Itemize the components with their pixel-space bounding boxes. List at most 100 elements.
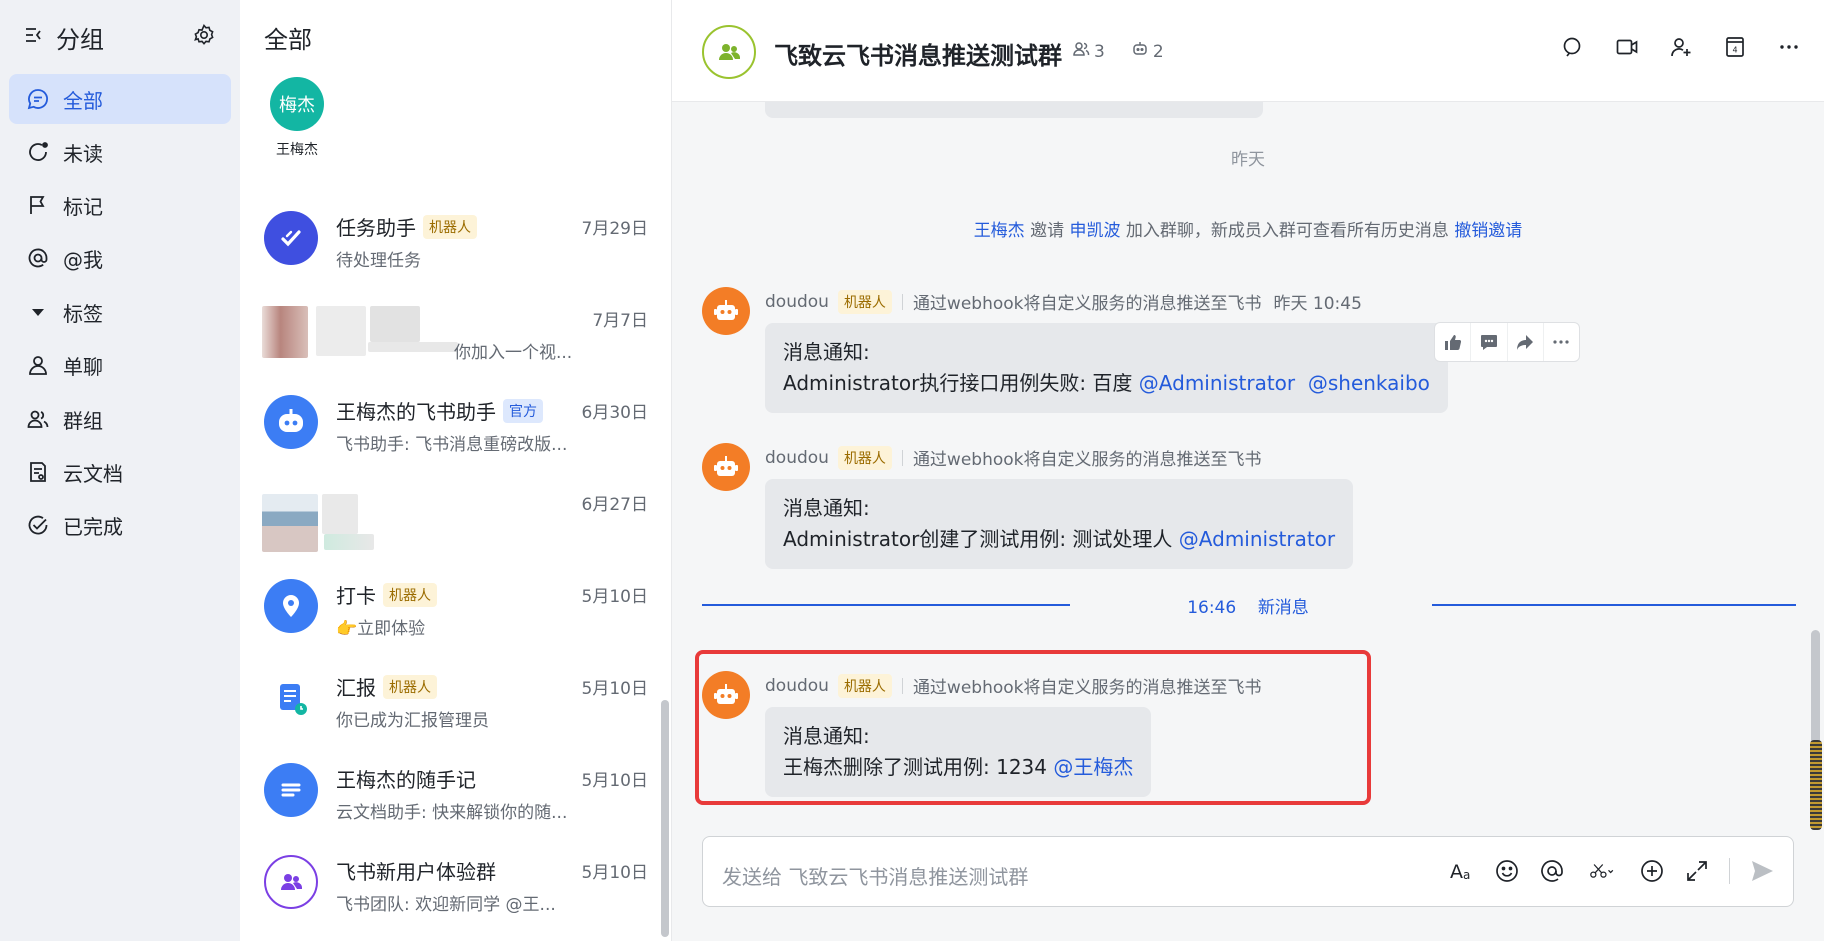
reply-icon[interactable] [1471,323,1508,361]
chat-row-name: 王梅杰的飞书助手 官方 [336,396,543,425]
robot-face-avatar-icon [264,395,318,449]
chat-row-preview: 你加入一个视... [454,343,573,363]
message-meta: doudou 机器人 通过webhook将自定义服务的消息推送至飞书 [765,445,1262,470]
chat-list-title: 全部 [264,26,312,54]
sidebar: 分组 全部 未读 标记 @我 标签 单聊 群组 云文档 已完成 [0,0,240,941]
flag-icon [25,192,51,218]
message-bubble[interactable]: 消息通知: Administrator执行接口用例失败: 百度 @Adminis… [765,323,1448,413]
conversation-scroll-thumb[interactable] [1810,740,1822,830]
new-messages-label: 16:46 新消息 [1187,598,1309,618]
sidebar-item-label: 群组 [63,408,103,433]
text-format-icon[interactable]: Aa [1449,857,1475,885]
sidebar-item-all[interactable]: 全部 [9,74,231,124]
chat-row-checkin[interactable]: 打卡 机器人 👉立即体验 5月10日 [240,568,672,658]
chat-row-date: 5月10日 [581,679,648,699]
bot-avatar-icon[interactable] [702,287,750,335]
sender-name[interactable]: doudou [765,448,829,468]
member-count[interactable]: 3 [1094,42,1105,62]
bot-description: 通过webhook将自定义服务的消息推送至飞书 [912,450,1262,470]
thumbs-up-icon[interactable] [1435,323,1472,361]
search-chat-icon[interactable] [1560,34,1586,60]
sidebar-item-docs[interactable]: 云文档 [9,447,231,497]
sidebar-item-direct[interactable]: 单聊 [9,340,231,390]
system-message-text: 加入群聊，新成员入群可查看所有历史消息 [1125,221,1449,241]
bot-description: 通过webhook将自定义服务的消息推送至飞书 [912,294,1262,314]
chat-row-date: 6月30日 [581,403,648,423]
emoji-icon[interactable] [1494,857,1520,885]
invitee-link[interactable]: 申凯波 [1070,221,1121,241]
group-avatar-icon [264,855,318,909]
sidebar-item-done[interactable]: 已完成 [9,500,231,550]
highlight-box [695,650,1371,805]
system-message-verb: 邀请 [1030,221,1065,241]
chat-row-blurred[interactable]: 6月27日 [240,476,672,566]
sidebar-item-label: 单聊 [63,354,103,379]
sidebar-item-mentions[interactable]: @我 [9,233,231,283]
calendar-icon[interactable]: 4 [1722,34,1748,60]
unread-circle-icon [25,139,51,165]
chat-list-scrollbar[interactable] [661,700,669,937]
doc-icon [25,459,51,485]
report-doc-avatar-icon [264,671,318,725]
chat-row-name: 王梅杰的随手记 [336,768,476,792]
group-avatar-icon[interactable] [702,25,756,79]
sidebar-item-label: 未读 [63,141,103,166]
mention-link[interactable]: @shenkaibo [1308,371,1430,395]
mention-link[interactable]: @Administrator [1139,371,1295,395]
video-call-icon[interactable] [1614,34,1640,60]
sidebar-item-groups[interactable]: 群组 [9,394,231,444]
bot-count[interactable]: 2 [1153,42,1164,62]
sidebar-header: 分组 [0,0,240,74]
check-circle-icon [25,512,51,538]
svg-text:A: A [1450,861,1463,883]
more-options-icon[interactable] [1776,34,1802,60]
chat-row-blurred[interactable]: 你加入一个视... 7月7日 [240,292,672,382]
sidebar-item-tags[interactable]: 标签 [9,287,231,337]
avatar: 梅杰 [270,77,324,131]
bot-tag: 机器人 [837,289,892,314]
pinned-contact-name: 王梅杰 [276,142,318,158]
composer-placeholder[interactable]: 发送给 飞致云飞书消息推送测试群 [722,861,1028,890]
sidebar-item-label: 已完成 [63,514,123,539]
message-bubble[interactable]: 消息通知: Administrator创建了测试用例: 测试处理人 @Admin… [765,479,1354,569]
send-icon[interactable] [1749,857,1775,885]
expand-icon[interactable] [1684,857,1710,885]
group-meta: 3 2 [1072,40,1164,63]
inviter-link[interactable]: 王梅杰 [974,221,1025,241]
revoke-invite-link[interactable]: 撤销邀请 [1454,221,1522,241]
members-icon [1072,40,1090,63]
bot-tag: 机器人 [837,445,892,470]
previous-message-bubble [765,102,1263,118]
settings-gear-icon[interactable] [192,23,216,51]
sidebar-item-flagged[interactable]: 标记 [9,180,231,230]
chat-row-newuser-group[interactable]: 飞书新用户体验群 飞书团队: 欢迎新同学 @王... 5月10日 [240,844,672,934]
sidebar-item-unread[interactable]: 未读 [9,127,231,177]
pinned-contact[interactable]: 梅杰 王梅杰 [262,77,332,159]
chat-row-preview: 云文档助手: 快来解锁你的随... [336,803,568,823]
mention-at-icon[interactable] [1539,857,1565,885]
forward-icon[interactable] [1508,323,1544,361]
message-time: 昨天 10:45 [1273,294,1362,314]
blurred-block [324,534,374,550]
bot-avatar-icon[interactable] [702,443,750,491]
chat-row-notes[interactable]: 王梅杰的随手记 云文档助手: 快来解锁你的随... 5月10日 [240,752,672,842]
header-actions: 4 [1560,34,1802,60]
message-composer[interactable]: 发送给 飞致云飞书消息推送测试群 Aa [702,836,1794,907]
conversation-pane: 飞致云飞书消息推送测试群 3 2 4 昨天 王梅杰 邀请 申凯波 加入群聊，新成… [672,0,1824,941]
group-name[interactable]: 飞致云飞书消息推送测试群 [774,36,1062,71]
chat-bubble-icon [25,86,51,112]
bot-tag: 机器人 [383,674,437,699]
chat-row-task-assistant[interactable]: 任务助手 机器人 待处理任务 7月29日 [240,200,672,290]
sidebar-item-label: 标记 [63,194,103,219]
sidebar-item-label: 云文档 [63,461,123,486]
chat-row-feishu-assistant[interactable]: 王梅杰的飞书助手 官方 飞书助手: 飞书消息重磅改版... 6月30日 [240,384,672,474]
chat-row-report[interactable]: 汇报 机器人 你已成为汇报管理员 5月10日 [240,660,672,750]
add-attachment-icon[interactable] [1639,857,1665,885]
collapse-menu-icon[interactable] [24,24,46,50]
sender-name[interactable]: doudou [765,292,829,312]
group-icon [25,406,51,432]
mention-link[interactable]: @Administrator [1179,527,1335,551]
more-actions-icon[interactable] [1544,323,1579,361]
add-member-icon[interactable] [1668,34,1694,60]
screenshot-scissors-icon[interactable] [1584,857,1620,885]
